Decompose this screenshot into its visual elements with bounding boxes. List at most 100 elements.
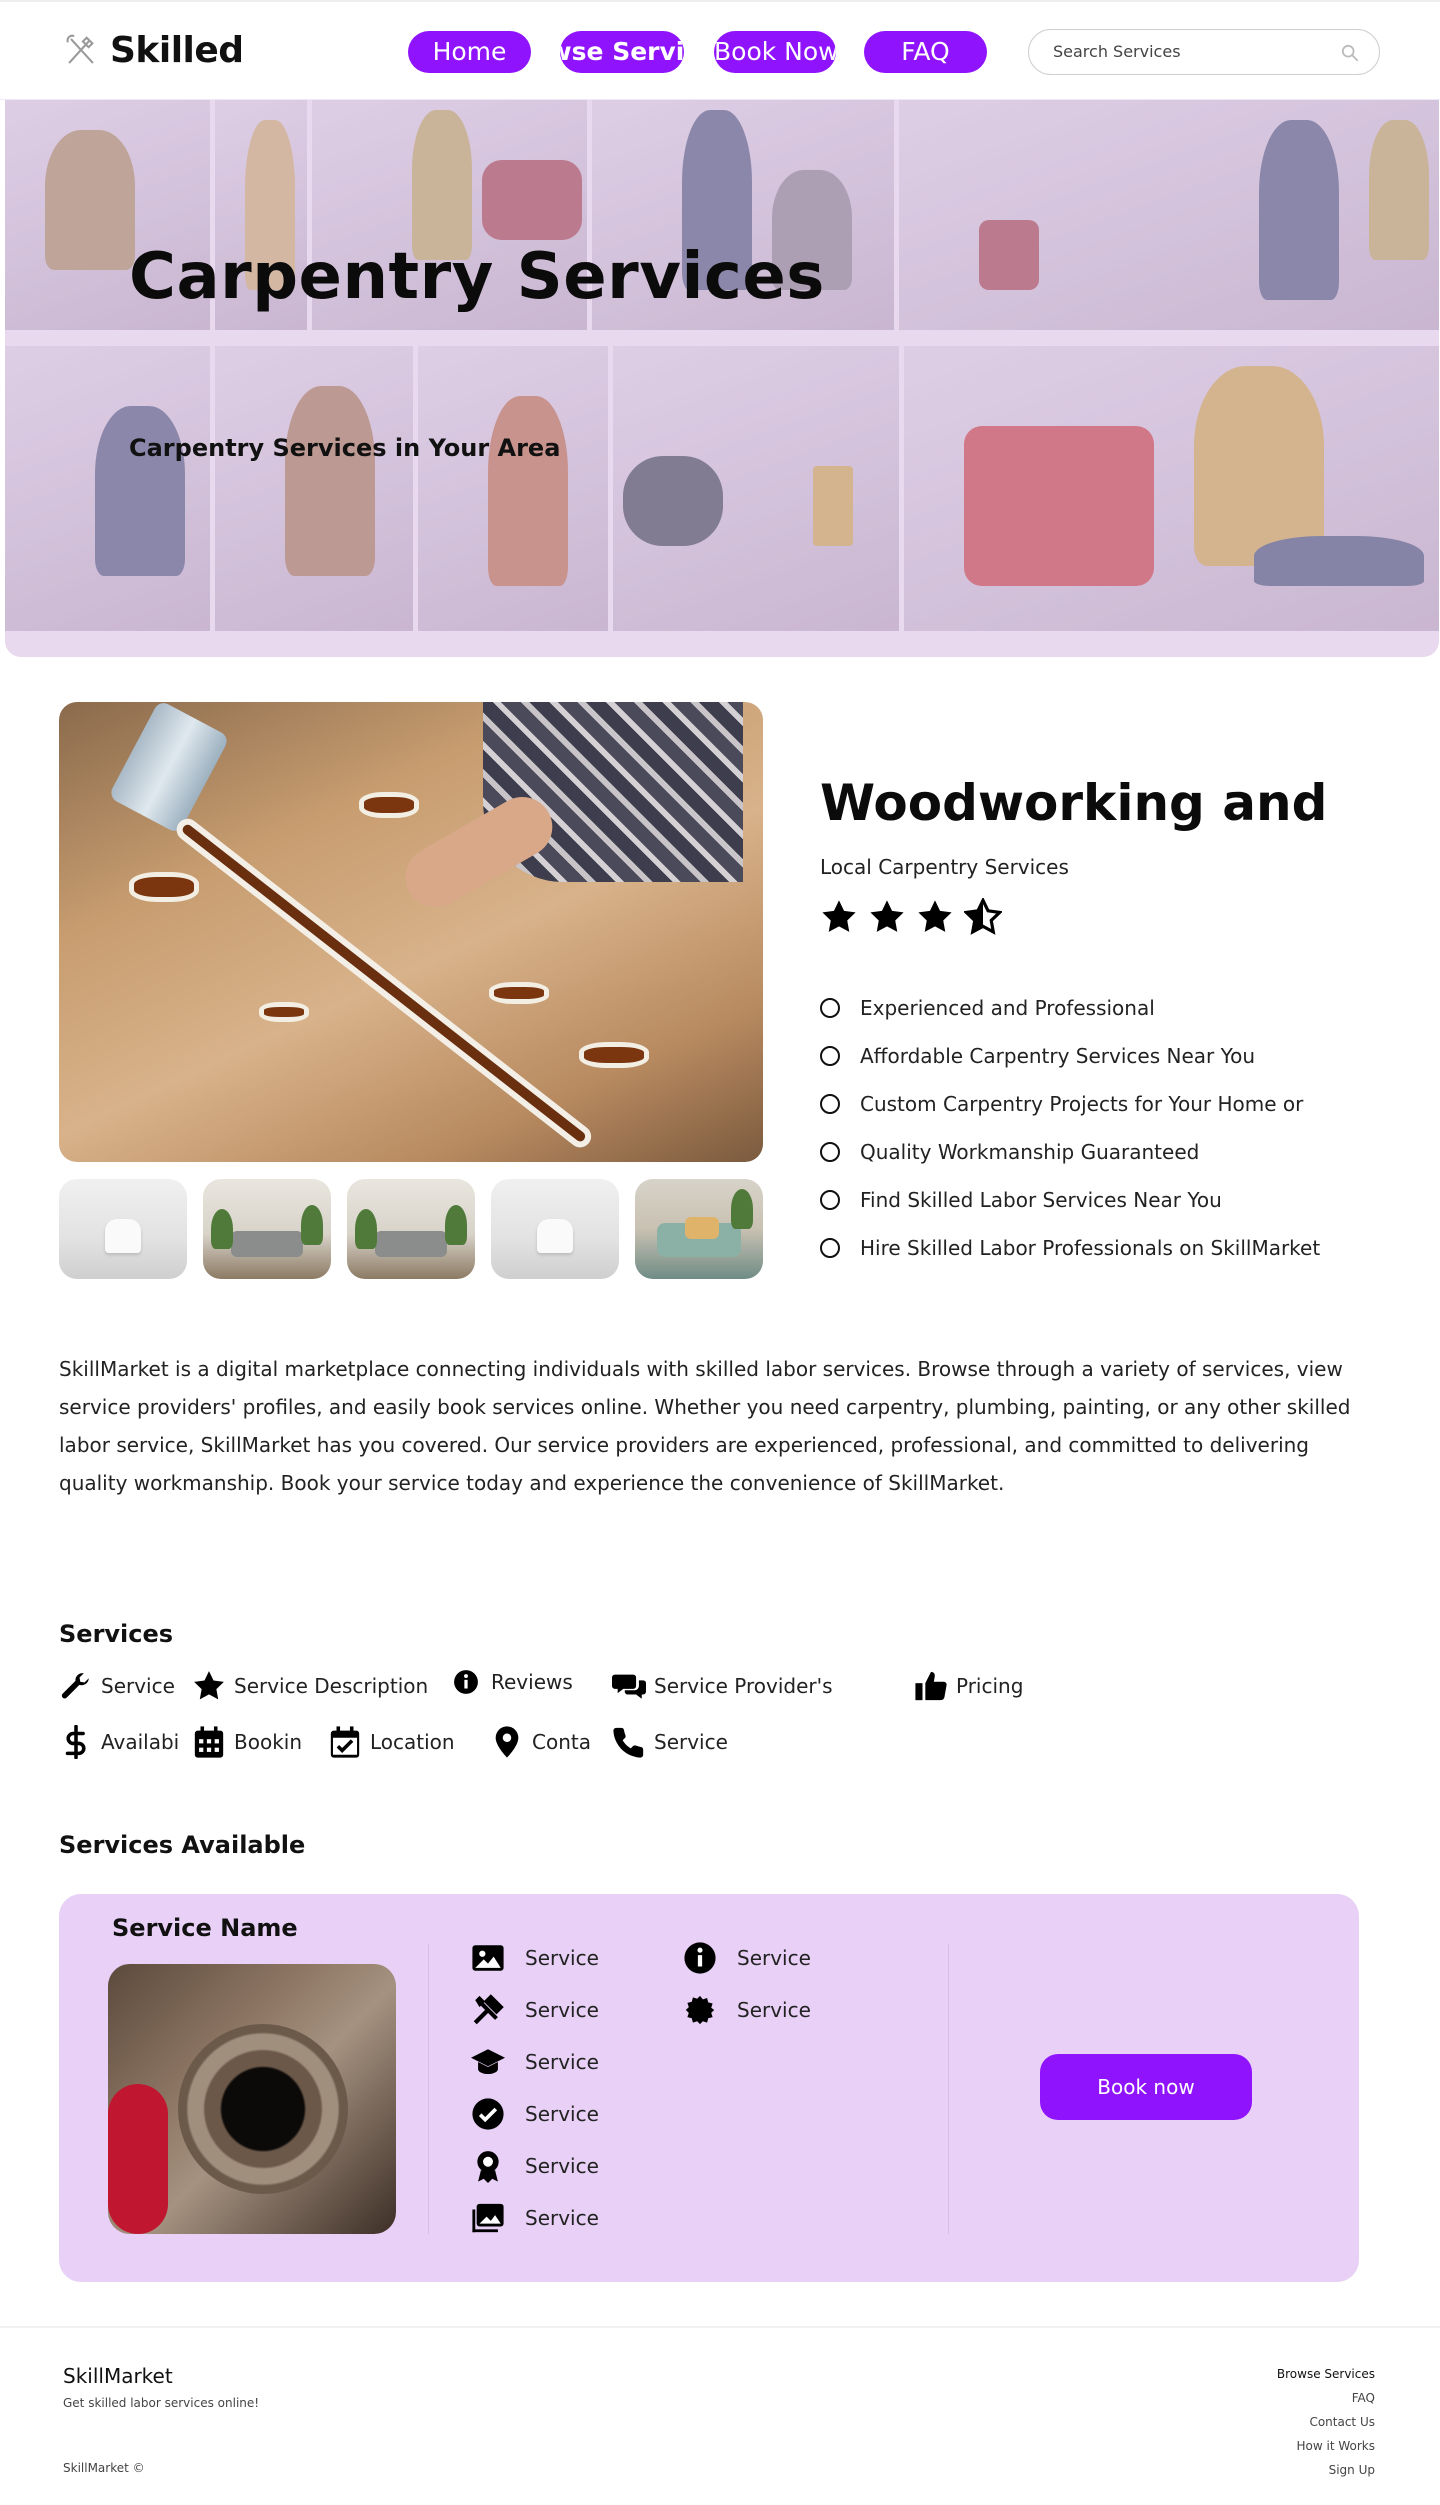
- footer-link-contact-us[interactable]: Contact Us: [1277, 2410, 1375, 2434]
- service-item[interactable]: Service Provider's: [612, 1669, 833, 1703]
- book-now-button[interactable]: Book now: [1040, 2054, 1252, 2120]
- card-service-item[interactable]: Service: [683, 1941, 811, 1975]
- service-label: Pricing: [956, 1674, 1024, 1698]
- search-icon[interactable]: [1341, 44, 1359, 62]
- feature-list: Experienced and Professional Affordable …: [820, 984, 1320, 1272]
- card-service-label: Service: [525, 2050, 599, 2074]
- nav-home-button[interactable]: Home: [408, 31, 531, 73]
- services-heading: Services: [59, 1620, 174, 1648]
- thumbnail-5[interactable]: [635, 1179, 763, 1279]
- card-service-item[interactable]: Service: [471, 2045, 599, 2079]
- calendar-check-icon: [330, 1726, 360, 1758]
- photo-blob: [579, 1042, 649, 1068]
- thumbnail-3[interactable]: [347, 1179, 475, 1279]
- images-icon: [472, 2203, 504, 2233]
- hero-subtitle: Carpentry Services in Your Area: [129, 434, 561, 462]
- photo-blob: [359, 792, 419, 818]
- thumbnail-4[interactable]: [491, 1179, 619, 1279]
- service-label: Service: [101, 1674, 175, 1698]
- site-footer: SkillMarket Get skilled labor services o…: [0, 2326, 1440, 2505]
- photo-bottle: [107, 702, 231, 835]
- map-pin-icon: [495, 1726, 519, 1758]
- feature-label: Experienced and Professional: [860, 996, 1155, 1020]
- feature-label: Hire Skilled Labor Professionals on Skil…: [860, 1236, 1321, 1260]
- star-full-icon: [822, 900, 856, 932]
- feature-item: Hire Skilled Labor Professionals on Skil…: [820, 1224, 1320, 1272]
- card-service-label: Service: [525, 2102, 599, 2126]
- service-item[interactable]: Service: [59, 1669, 175, 1703]
- service-label: Bookin: [234, 1730, 303, 1754]
- award-icon: [477, 2151, 499, 2183]
- service-item[interactable]: Location: [328, 1725, 455, 1759]
- circle-bullet-icon: [820, 998, 840, 1018]
- wrench-icon: [61, 1673, 89, 1699]
- hero-overlay: [5, 100, 1439, 657]
- service-item[interactable]: Reviews: [453, 1669, 573, 1695]
- footer-link-browse-services[interactable]: Browse Services: [1277, 2362, 1375, 2386]
- circle-bullet-icon: [820, 1190, 840, 1210]
- product-title: Woodworking and: [820, 774, 1328, 832]
- tools-logo-icon: [66, 34, 94, 63]
- services-available-heading: Services Available: [59, 1831, 306, 1859]
- card-service-item[interactable]: Service: [471, 1993, 599, 2027]
- nav-browse-services-button[interactable]: Browse Services: [560, 31, 684, 73]
- rating-stars: [820, 898, 1002, 936]
- feature-item: Custom Carpentry Projects for Your Home …: [820, 1080, 1320, 1128]
- footer-link-sign-up[interactable]: Sign Up: [1277, 2458, 1375, 2482]
- thumbnail-2[interactable]: [203, 1179, 331, 1279]
- chat-icon: [612, 1674, 646, 1699]
- brand-name: Skilled: [110, 30, 244, 71]
- tools-icon: [473, 1994, 504, 2025]
- service-label: Service: [654, 1730, 728, 1754]
- service-item[interactable]: Service: [612, 1725, 728, 1759]
- star-icon: [194, 1671, 224, 1700]
- service-item[interactable]: Conta: [490, 1725, 591, 1759]
- circle-bullet-icon: [820, 1046, 840, 1066]
- calendar-icon: [194, 1726, 224, 1758]
- product-subtitle: Local Carpentry Services: [820, 855, 1069, 879]
- service-label: Availabi: [101, 1730, 180, 1754]
- card-service-label: Service: [525, 1946, 599, 1970]
- card-service-item[interactable]: Service: [683, 1993, 811, 2027]
- card-service-item[interactable]: Service: [471, 2201, 599, 2235]
- thumbnail-1[interactable]: [59, 1179, 187, 1279]
- card-service-item[interactable]: Service: [471, 2097, 599, 2131]
- service-item[interactable]: Availabi: [59, 1725, 179, 1759]
- logo[interactable]: Skilled: [62, 30, 244, 71]
- card-service-item[interactable]: Service: [471, 2149, 599, 2183]
- photo-blob: [489, 982, 549, 1004]
- feature-item: Quality Workmanship Guaranteed: [820, 1128, 1320, 1176]
- photo-blob: [129, 872, 199, 902]
- service-label: Service Description: [234, 1674, 429, 1698]
- circle-bullet-icon: [820, 1094, 840, 1114]
- service-item[interactable]: Pricing: [914, 1669, 1023, 1703]
- info-icon: [454, 1670, 478, 1694]
- feature-item: Experienced and Professional: [820, 984, 1320, 1032]
- service-name: Service Name: [112, 1914, 298, 1942]
- hero-title: Carpentry Services: [129, 240, 825, 314]
- feature-item: Find Skilled Labor Services Near You: [820, 1176, 1320, 1224]
- footer-tagline: Get skilled labor services online!: [63, 2396, 260, 2410]
- feature-label: Quality Workmanship Guaranteed: [860, 1140, 1200, 1164]
- nav-book-now-button[interactable]: Book Now: [714, 31, 836, 73]
- card-service-label: Service: [737, 1998, 811, 2022]
- card-divider: [428, 1944, 429, 2234]
- photo-blob: [259, 1002, 309, 1022]
- star-half-icon: [964, 898, 1002, 935]
- service-item[interactable]: Bookin: [192, 1725, 302, 1759]
- footer-links: Browse Services FAQ Contact Us How it Wo…: [1277, 2362, 1375, 2482]
- service-label: Service Provider's: [654, 1674, 833, 1698]
- search-input[interactable]: [1053, 42, 1333, 61]
- nav-faq-button[interactable]: FAQ: [864, 31, 987, 73]
- info-icon: [684, 1942, 716, 1974]
- footer-brand: SkillMarket: [63, 2364, 173, 2388]
- service-label: Location: [370, 1730, 455, 1754]
- card-service-label: Service: [525, 2154, 599, 2178]
- card-service-label: Service: [525, 1998, 599, 2022]
- footer-link-how-it-works[interactable]: How it Works: [1277, 2434, 1376, 2458]
- card-service-item[interactable]: Service: [471, 1941, 599, 1975]
- service-item[interactable]: Service Description: [192, 1669, 428, 1703]
- graduation-cap-icon: [471, 2049, 505, 2075]
- footer-link-faq[interactable]: FAQ: [1277, 2386, 1375, 2410]
- service-card: Service Name Service Service Service Ser…: [59, 1894, 1359, 2282]
